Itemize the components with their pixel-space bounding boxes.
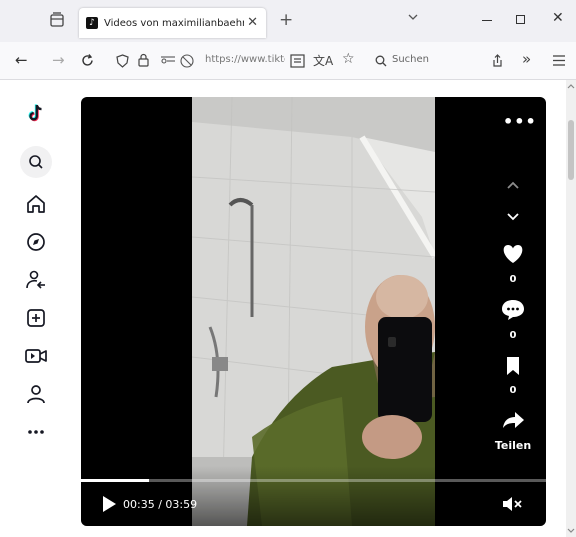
tiktok-favicon-icon: ♪: [86, 17, 98, 29]
search-bar-icon: [375, 55, 387, 67]
url-bar[interactable]: https://www.tiktok.com 文A ☆: [108, 49, 364, 73]
browser-window: ♪ Videos von maximilianbaehring ✕ + ✕ ← …: [0, 0, 576, 537]
save-count: 0: [509, 385, 517, 396]
muted-speaker-icon[interactable]: [501, 495, 523, 513]
reader-view-icon[interactable]: [290, 54, 305, 68]
like-heart-icon[interactable]: [491, 241, 535, 265]
video-player[interactable]: ••• 0 0 0 Teilen 00:35 / 03:59: [81, 97, 546, 526]
home-icon[interactable]: [22, 193, 50, 215]
camera-blocked-icon[interactable]: [179, 53, 195, 69]
profile-icon[interactable]: [22, 383, 50, 405]
tiktok-logo-icon[interactable]: [22, 102, 50, 124]
like-count: 0: [509, 274, 517, 285]
tab-strip: ♪ Videos von maximilianbaehring ✕ + ✕: [0, 0, 576, 42]
share-icon[interactable]: [491, 409, 535, 431]
upload-icon[interactable]: [22, 307, 50, 329]
close-tab-icon[interactable]: ✕: [247, 15, 258, 30]
new-tab-icon[interactable]: +: [279, 10, 293, 30]
lock-icon[interactable]: [138, 53, 149, 67]
live-icon[interactable]: [22, 345, 50, 367]
minimize-icon[interactable]: [482, 20, 492, 21]
close-window-icon[interactable]: ✕: [552, 10, 564, 26]
menu-icon[interactable]: [553, 55, 565, 66]
comment-count: 0: [509, 330, 517, 341]
tab-title: Videos von maximilianbaehring: [104, 17, 244, 29]
share-label[interactable]: Teilen: [491, 439, 535, 452]
more-icon[interactable]: [22, 421, 50, 443]
scroll-up-icon[interactable]: [567, 83, 575, 89]
tiktok-page: ••• 0 0 0 Teilen 00:35 / 03:59: [0, 80, 566, 537]
shield-icon[interactable]: [116, 54, 129, 68]
active-tab[interactable]: ♪ Videos von maximilianbaehring ✕: [79, 8, 266, 38]
search-bar[interactable]: Suchen: [368, 49, 478, 73]
url-text: https://www.tiktok.com: [205, 54, 285, 65]
progress-fill: [81, 479, 149, 482]
chevron-up-icon[interactable]: [491, 177, 535, 193]
progress-bar[interactable]: [81, 479, 546, 482]
play-icon[interactable]: [101, 495, 117, 513]
bookmark-star-icon[interactable]: ☆: [342, 51, 355, 67]
back-icon[interactable]: ←: [15, 51, 28, 69]
search-placeholder: Suchen: [392, 54, 430, 65]
chevron-down-icon[interactable]: [408, 12, 418, 22]
page-scrollbar[interactable]: [566, 80, 576, 537]
chevron-down-icon[interactable]: [491, 209, 535, 225]
search-icon: [29, 155, 43, 169]
explore-icon[interactable]: [22, 231, 50, 253]
playback-time: 00:35 / 03:59: [123, 498, 198, 511]
permissions-icon[interactable]: [160, 54, 176, 68]
forward-icon[interactable]: →: [52, 51, 65, 69]
scroll-down-icon[interactable]: [567, 528, 575, 534]
video-frame: [192, 97, 435, 526]
reload-icon[interactable]: [80, 53, 95, 68]
more-options-icon[interactable]: •••: [503, 112, 537, 131]
translate-icon[interactable]: 文A: [313, 52, 333, 69]
scrollbar-thumb[interactable]: [568, 120, 574, 180]
following-icon[interactable]: [22, 269, 50, 291]
controls-gradient: [81, 466, 546, 526]
comment-icon[interactable]: [491, 297, 535, 321]
maximize-icon[interactable]: [516, 15, 525, 24]
share-page-icon[interactable]: [491, 54, 504, 68]
bookmark-icon[interactable]: [491, 355, 535, 377]
list-all-tabs-icon[interactable]: [48, 12, 66, 28]
navigation-toolbar: ← → https://www.tiktok.com: [0, 42, 576, 80]
overflow-chevrons-icon[interactable]: »: [522, 50, 531, 68]
